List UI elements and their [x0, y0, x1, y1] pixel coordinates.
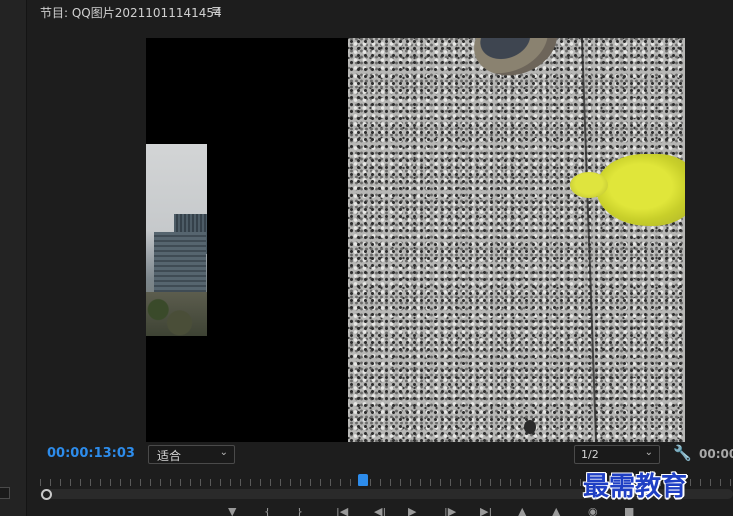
program-viewer[interactable] [146, 38, 685, 442]
clip-granite-floor [348, 38, 685, 442]
mark-out-icon[interactable]: } [296, 508, 303, 516]
trees-shape [146, 292, 207, 336]
wrench-icon[interactable]: 🔧 [673, 444, 692, 462]
export-frame-icon[interactable]: ◉ [588, 508, 598, 516]
step-back-icon[interactable]: ◀| [374, 508, 386, 516]
left-panel-strip [0, 0, 27, 516]
scroll-bar-handle[interactable] [41, 489, 52, 500]
chevron-down-icon: ⌄ [644, 447, 653, 458]
zoom-level-select[interactable]: 适合 ⌄ [148, 445, 235, 464]
program-monitor-panel: 节目: QQ图片20211011141454 ≡ 00:00:13:03 适合 … [28, 0, 733, 516]
panel-title[interactable]: 节目: QQ图片20211011141454 [40, 4, 222, 21]
play-icon[interactable]: ▶ [408, 508, 416, 516]
duckling-body [596, 154, 685, 226]
extract-icon[interactable]: ▲ [552, 508, 560, 516]
mark-in-icon[interactable]: { [264, 508, 271, 516]
settings-icon[interactable]: ■ [624, 508, 634, 516]
current-timecode[interactable]: 00:00:13:03 [47, 446, 135, 461]
playback-resolution-select[interactable]: 1/2 ⌄ [574, 445, 660, 464]
pebble-shape [524, 420, 536, 434]
add-marker-icon[interactable]: ▼ [228, 508, 236, 516]
watermark-logo: 最需教育 [583, 472, 688, 502]
shoe-shape [464, 38, 567, 87]
playhead-marker[interactable] [358, 474, 368, 486]
panel-header: 节目: QQ图片20211011141454 ≡ [28, 0, 733, 24]
duckling-head [570, 172, 608, 198]
collapsed-panel-control[interactable] [0, 487, 10, 499]
clip-city-buildings [146, 144, 207, 336]
floor-crack [580, 38, 598, 442]
step-forward-icon[interactable]: |▶ [444, 508, 456, 516]
transport-controls: ▼ { } |◀ ◀| ▶ |▶ ▶| ▲ ▲ ◉ ■ [228, 508, 648, 516]
duration-timecode: 00:00 [699, 447, 733, 461]
zoom-level-value: 适合 [157, 449, 182, 463]
chevron-down-icon: ⌄ [219, 447, 228, 458]
go-to-out-icon[interactable]: ▶| [480, 508, 492, 516]
lift-icon[interactable]: ▲ [518, 508, 526, 516]
go-to-in-icon[interactable]: |◀ [336, 508, 348, 516]
resolution-value: 1/2 [581, 448, 599, 461]
hamburger-menu-icon[interactable]: ≡ [211, 3, 222, 18]
